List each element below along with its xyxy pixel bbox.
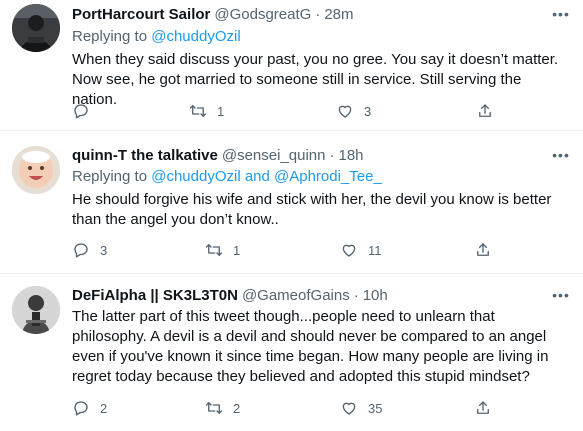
tweet-header: DeFiAlpha || SK3L3T0N @GameofGains · 10h — [72, 285, 388, 305]
like-icon — [338, 105, 352, 118]
replying-to-link[interactable]: @chuddyOzil — [151, 28, 240, 45]
action-bar: 3 1 11 — [72, 240, 512, 260]
share-icon — [479, 104, 491, 117]
share-icon — [477, 401, 489, 414]
retweet-icon — [205, 244, 223, 256]
replying-to-link[interactable]: @chuddyOzil and @Aphrodi_Tee_ — [151, 168, 382, 185]
reply-icon — [74, 401, 88, 416]
avatar[interactable] — [12, 286, 60, 334]
retweet-count: 1 — [233, 242, 241, 258]
action-bar: 1 3 — [72, 101, 512, 121]
like-count: 35 — [368, 400, 383, 416]
tweet-header: quinn-T the talkative @sensei_quinn · 18… — [72, 145, 364, 165]
retweet-count: 1 — [217, 103, 225, 119]
more-icon[interactable]: ••• — [551, 4, 571, 24]
reply-button[interactable]: 3 — [72, 240, 107, 260]
reply-icon — [74, 243, 88, 258]
display-name[interactable]: DeFiAlpha || SK3L3T0N — [72, 287, 238, 304]
replying-to-label: Replying to — [72, 168, 148, 185]
timestamp[interactable]: 10h — [363, 287, 388, 304]
retweet-button[interactable]: 2 — [205, 398, 240, 418]
reply-button[interactable]: 2 — [72, 398, 107, 418]
replying-to: Replying to @chuddyOzil and @Aphrodi_Tee… — [72, 168, 382, 185]
username[interactable]: @GodsgreatG — [214, 6, 311, 23]
display-name[interactable]: quinn-T the talkative — [72, 147, 218, 164]
action-bar: 2 2 35 — [72, 398, 512, 418]
like-count: 3 — [364, 103, 372, 119]
avatar-image — [12, 146, 60, 194]
tweet-2[interactable]: quinn-T the talkative @sensei_quinn · 18… — [0, 131, 583, 262]
avatar-image — [12, 286, 60, 334]
avatar-image — [12, 4, 60, 52]
share-button[interactable] — [476, 101, 494, 121]
share-button[interactable] — [474, 398, 492, 418]
retweet-count: 2 — [233, 400, 241, 416]
separator-dot: · — [329, 146, 335, 164]
tweet-text: He should forgive his wife and stick wit… — [72, 191, 552, 228]
tweet-header: PortHarcourt Sailor @GodsgreatG · 28m — [72, 4, 354, 24]
like-button[interactable]: 35 — [340, 398, 382, 418]
replying-to: Replying to @chuddyOzil — [72, 28, 241, 45]
tweet-text: The latter part of this tweet though...p… — [72, 308, 549, 385]
more-icon[interactable]: ••• — [551, 285, 571, 305]
retweet-icon — [189, 105, 207, 117]
like-icon — [342, 402, 356, 415]
like-button[interactable]: 11 — [340, 240, 382, 260]
replying-to-label: Replying to — [72, 28, 148, 45]
reply-count: 2 — [100, 400, 108, 416]
display-name[interactable]: PortHarcourt Sailor — [72, 6, 210, 23]
more-icon[interactable]: ••• — [551, 145, 571, 165]
timestamp[interactable]: 28m — [324, 6, 353, 23]
like-count: 11 — [368, 242, 382, 258]
reply-button[interactable] — [72, 101, 90, 121]
avatar[interactable] — [12, 146, 60, 194]
separator-dot: · — [315, 5, 321, 23]
reply-icon — [74, 104, 88, 119]
retweet-button[interactable]: 1 — [189, 101, 224, 121]
username[interactable]: @GameofGains — [242, 287, 350, 304]
share-icon — [477, 243, 489, 256]
retweet-button[interactable]: 1 — [205, 240, 240, 260]
like-button[interactable]: 3 — [336, 101, 371, 121]
retweet-icon — [205, 402, 223, 414]
share-button[interactable] — [474, 240, 492, 260]
reply-count: 3 — [100, 242, 108, 258]
timestamp[interactable]: 18h — [339, 147, 364, 164]
username[interactable]: @sensei_quinn — [222, 147, 326, 164]
avatar[interactable] — [12, 4, 60, 52]
like-icon — [342, 244, 356, 257]
separator-dot: · — [353, 286, 359, 304]
tweet-3[interactable]: DeFiAlpha || SK3L3T0N @GameofGains · 10h… — [0, 274, 583, 431]
tweet-1[interactable]: PortHarcourt Sailor @GodsgreatG · 28m ••… — [0, 0, 583, 119]
